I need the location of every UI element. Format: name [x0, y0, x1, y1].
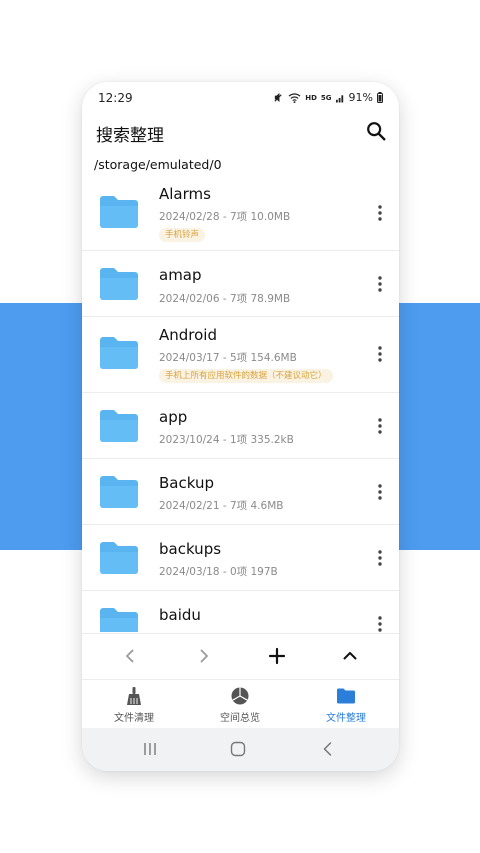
tab-space-overview[interactable]: 空间总览 [190, 680, 290, 728]
tab-file-organize[interactable]: 文件整理 [296, 680, 396, 728]
battery-icon [377, 92, 383, 103]
current-path: /storage/emulated/0 [94, 157, 222, 172]
folder-icon [100, 268, 138, 300]
file-toolbar [82, 633, 399, 677]
network-label: HD [305, 93, 317, 102]
signal-label: 5G [320, 93, 332, 102]
list-item[interactable]: amap 2024/02/06 - 7项 78.9MB [82, 251, 399, 317]
file-name: Alarms [159, 185, 211, 203]
mute-icon [274, 92, 282, 103]
file-meta: 2024/02/21 - 7项 4.6MB [159, 500, 284, 512]
list-item[interactable]: backups 2024/03/18 - 0项 197B [82, 525, 399, 591]
list-item[interactable]: Android 2024/03/17 - 5项 154.6MB 手机上所有应用软… [82, 317, 399, 393]
tab-label: 文件整理 [326, 713, 366, 724]
tab-file-cleanup[interactable]: 文件清理 [84, 680, 184, 728]
back-icon[interactable] [320, 741, 336, 757]
file-list: Alarms 2024/02/28 - 7项 10.0MB 手机铃声 amap … [82, 180, 399, 632]
forward-arrow-icon[interactable] [194, 646, 214, 666]
signal-icon [335, 94, 343, 102]
wifi-icon [288, 93, 301, 103]
list-item[interactable]: baidu [82, 591, 399, 632]
tab-label: 文件清理 [114, 713, 154, 724]
list-item[interactable]: Backup 2024/02/21 - 7项 4.6MB [82, 459, 399, 525]
more-icon[interactable] [377, 484, 383, 500]
add-icon[interactable] [267, 646, 287, 666]
more-icon[interactable] [377, 550, 383, 566]
battery-percent: 91% [348, 91, 373, 104]
pie-chart-icon [231, 687, 249, 705]
file-meta: 2023/10/24 - 1项 335.2kB [159, 434, 294, 446]
file-meta: 2024/02/06 - 7项 78.9MB [159, 293, 291, 305]
page-title: 搜索整理 [96, 126, 164, 146]
folder-icon [100, 410, 138, 442]
file-meta: 2024/02/28 - 7项 10.0MB [159, 211, 291, 223]
recent-apps-icon[interactable] [142, 741, 158, 757]
folder-icon [100, 196, 138, 228]
folder-icon [100, 608, 138, 632]
list-item[interactable]: app 2023/10/24 - 1项 335.2kB [82, 393, 399, 459]
file-tag: 手机铃声 [159, 228, 206, 242]
file-name: Backup [159, 474, 214, 492]
broom-icon [127, 687, 141, 705]
file-name: baidu [159, 606, 201, 624]
file-name: backups [159, 540, 222, 558]
folder-icon [100, 337, 138, 369]
file-meta: 2024/03/18 - 0项 197B [159, 566, 278, 578]
system-nav-bar [82, 728, 399, 771]
more-icon[interactable] [377, 276, 383, 292]
back-arrow-icon[interactable] [120, 646, 140, 666]
bottom-tab-bar: 文件清理 空间总览 文件整理 [82, 679, 399, 727]
more-icon[interactable] [377, 418, 383, 434]
status-icons: HD 5G 91% [273, 91, 383, 104]
more-icon[interactable] [377, 205, 383, 221]
more-icon[interactable] [377, 616, 383, 632]
list-item[interactable]: Alarms 2024/02/28 - 7项 10.0MB 手机铃声 [82, 180, 399, 251]
folder-icon [100, 542, 138, 574]
file-name: Android [159, 326, 217, 344]
phone-screen: 12:29 HD 5G 91% 搜索整理 /storage/emulated/0 [82, 82, 399, 771]
file-name: app [159, 408, 188, 426]
file-name: amap [159, 266, 202, 284]
status-time: 12:29 [98, 91, 133, 105]
search-icon[interactable] [365, 120, 387, 142]
more-icon[interactable] [377, 346, 383, 362]
tab-label: 空间总览 [220, 713, 260, 724]
file-tag: 手机上所有应用软件的数据（不建议动它） [159, 369, 333, 383]
chevron-up-icon[interactable] [340, 646, 360, 666]
folder-icon [100, 476, 138, 508]
folder-icon [337, 688, 355, 704]
file-meta: 2024/03/17 - 5项 154.6MB [159, 352, 297, 364]
status-bar: 12:29 HD 5G 91% [82, 82, 399, 114]
home-icon[interactable] [230, 741, 246, 757]
